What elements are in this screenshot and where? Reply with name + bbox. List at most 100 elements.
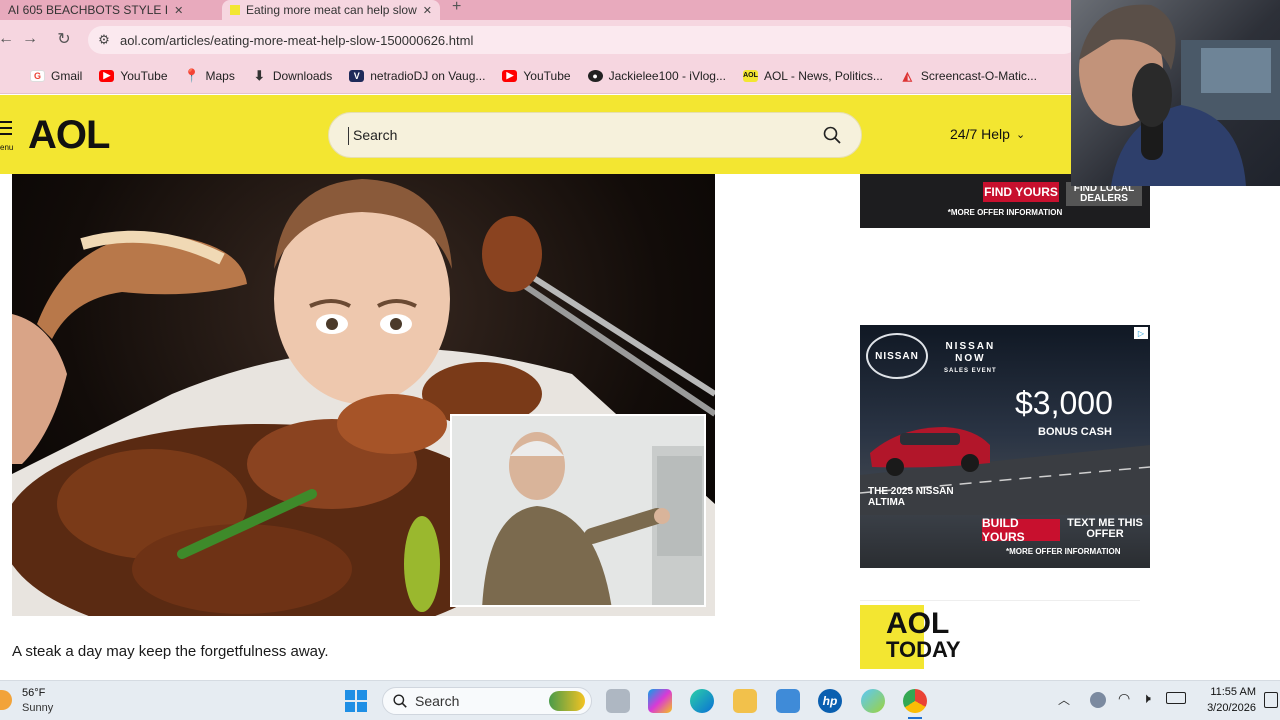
model-name: THE 2025 NISSAN ALTIMA [868,486,954,508]
tab-beachbots[interactable]: AI 605 BEACHBOTS STYLE I ✕ [0,0,210,20]
chrome-icon[interactable] [903,689,927,713]
search-highlight-icon [549,691,585,711]
help-dropdown[interactable]: 24/7 Help ⌄ [950,126,1025,142]
maps-icon: 📍 [183,67,201,83]
search-placeholder: Search [353,127,398,143]
clock-date[interactable]: 3/20/2026 [1198,702,1256,714]
aol-today-line: TODAY [886,637,961,662]
event-line: NISSAN [945,341,996,352]
aol-today-module[interactable]: AOL TODAY [860,600,1140,678]
bookmark-label: Screencast-O-Matic... [920,68,1037,83]
tab-aol-article[interactable]: Eating more meat can help slow ✕ [222,0,440,20]
gmail-icon: G [30,69,45,82]
bookmark-gmail[interactable]: G Gmail [30,69,82,83]
tray-app-icon[interactable] [1090,692,1106,708]
bookmark-label: Downloads [272,68,333,83]
youtube-icon: ▶ [502,69,518,82]
inset-photo-elderly-man [450,414,706,607]
address-bar[interactable]: ⚙ aol.com/articles/eating-more-meat-help… [88,26,1078,54]
screencast-icon: ◭ [902,68,912,83]
model-line: ALTIMA [868,497,906,508]
weather-desc[interactable]: Sunny [22,702,53,714]
ad-more-info[interactable]: *MORE OFFER INFORMATION [1006,547,1121,556]
url-text: aol.com/articles/eating-more-meat-help-s… [120,32,474,48]
weather-sun-icon [0,690,12,710]
bookmark-label: Gmail [51,68,83,83]
bookmark-youtube-2[interactable]: ▶ YouTube [502,68,571,83]
ivlog-icon: ● [587,69,603,82]
vaughn-icon: V [349,69,365,82]
sales-event-title: NISSAN NOW SALES EVENT [944,341,997,377]
edge-icon[interactable] [690,689,714,713]
bookmark-label: Maps [205,68,235,83]
aol-today-line: AOL [886,607,950,640]
taskbar-search-label: Search [415,693,460,709]
event-line: SALES EVENT [944,368,997,374]
aol-favicon-icon [230,5,240,15]
bookmark-label: Jackielee100 - iVlog... [608,68,726,83]
webcam-overlay [1071,0,1280,186]
bookmark-label: YouTube [120,68,168,83]
reload-icon[interactable]: ↻ [54,29,74,49]
bookmark-maps[interactable]: 📍 Maps [183,67,235,83]
image-caption: A steak a day may keep the forgetfulness… [12,643,329,660]
tab-title: AI 605 BEACHBOTS STYLE I [8,3,169,17]
ad-nissan[interactable]: ▷ NISSAN NISSAN NOW SALES EVENT $3,000 B… [860,325,1150,568]
wifi-icon[interactable]: ◠ [1118,690,1130,707]
taskbar-search[interactable]: Search [382,687,592,715]
forward-icon[interactable]: → [20,29,40,49]
hp-icon[interactable]: hp [818,689,842,713]
bookmark-screencast[interactable]: ◭ Screencast-O-Matic... [900,69,1037,83]
webcam-person [1079,4,1280,186]
notification-icon[interactable] [1264,692,1278,708]
menu-icon[interactable] [0,121,12,139]
task-view-icon[interactable] [606,689,630,713]
text-caret [348,127,349,145]
new-tab-button[interactable]: + [452,0,461,15]
bookmark-aol[interactable]: AOL AOL - News, Politics... [742,68,883,83]
event-line: NOW [955,353,986,364]
menu-label: enu [0,143,14,152]
store-icon[interactable] [776,689,800,713]
build-yours-button[interactable]: BUILD YOURS [982,516,1060,544]
bookmark-jackielee[interactable]: ● Jackielee100 - iVlog... [587,68,726,83]
ad-more-info[interactable]: *MORE OFFER INFORMATION [860,208,1150,217]
adchoices-icon[interactable]: ▷ [1134,327,1148,339]
text-offer-button[interactable]: TEXT ME THIS OFFER [1064,518,1146,542]
windows-taskbar: 56°F Sunny Search hp ︿ ◠ 🕨 11:55 AM 3/20… [0,680,1280,720]
help-label: 24/7 Help [950,126,1010,142]
windows-start-icon[interactable] [345,690,367,712]
bookmark-downloads[interactable]: ⬇ Downloads [252,67,333,83]
bookmark-label: YouTube [523,68,571,83]
active-app-indicator [908,717,922,719]
chevron-down-icon: ⌄ [1015,128,1026,141]
search-input[interactable]: Search [328,112,862,158]
weather-temp[interactable]: 56°F [22,687,45,699]
tab-close-icon[interactable]: ✕ [174,4,183,17]
find-yours-button[interactable]: FIND YOURS [983,182,1059,202]
volume-icon[interactable]: 🕨 [1142,690,1151,707]
site-settings-icon[interactable]: ⚙ [88,32,120,48]
clock-time[interactable]: 11:55 AM [1198,686,1256,698]
nissan-logo: NISSAN [866,333,928,379]
model-line: THE 2025 NISSAN [868,486,954,497]
bookmark-label: AOL - News, Politics... [763,68,883,83]
tab-title: Eating more meat can help slow [246,3,417,17]
tab-close-icon[interactable]: ✕ [423,4,432,17]
aol-logo[interactable]: AOL [28,113,110,158]
app-icon[interactable] [861,689,885,713]
file-explorer-icon[interactable] [733,689,757,713]
search-icon[interactable] [823,126,841,144]
download-icon: ⬇ [253,67,265,83]
back-icon[interactable]: ← [0,29,16,49]
article-hero-image [12,174,715,616]
tray-overflow-icon[interactable]: ︿ [1058,691,1070,708]
battery-icon[interactable] [1166,692,1186,704]
aol-icon: AOL [742,69,758,82]
aol-today-logo: AOL TODAY [886,607,961,663]
search-icon [393,694,407,708]
youtube-icon: ▶ [99,69,115,82]
bookmark-youtube[interactable]: ▶ YouTube [99,68,168,83]
bookmark-netradiodj[interactable]: V netradioDJ on Vaug... [349,69,485,83]
copilot-icon[interactable] [648,689,672,713]
